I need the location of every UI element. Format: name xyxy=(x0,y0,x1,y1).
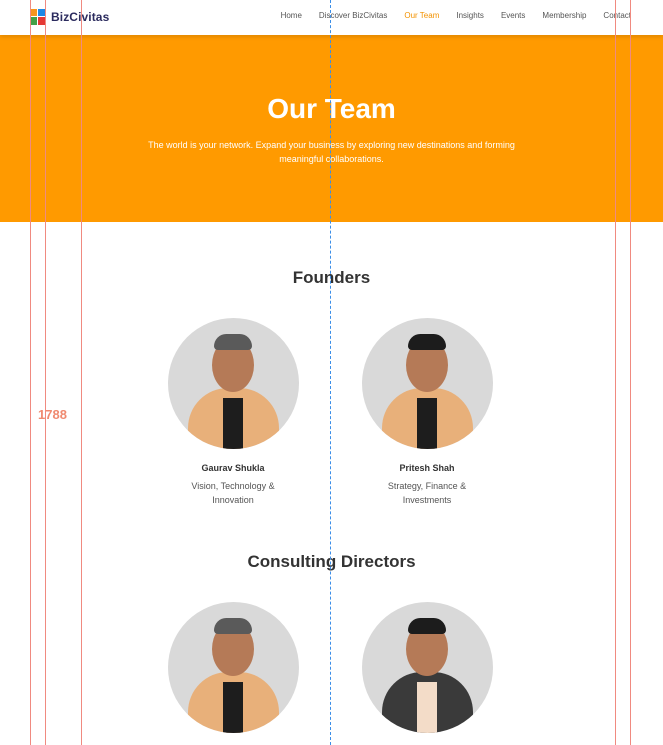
nav-contact[interactable]: Contact xyxy=(603,11,631,20)
guide-measurement-label: 1788 xyxy=(38,407,67,422)
member-name: Gaurav Shukla xyxy=(201,463,265,473)
member-role: Vision, Technology & Innovation xyxy=(191,481,275,505)
layout-guide-line xyxy=(81,0,82,745)
layout-guide-line xyxy=(45,0,46,745)
center-guide-line xyxy=(330,0,331,745)
layout-guide-line xyxy=(30,0,31,745)
founder-card-1: Gaurav Shukla Vision, Technology & Innov… xyxy=(153,318,313,507)
layout-guide-line xyxy=(615,0,616,745)
nav-events[interactable]: Events xyxy=(501,11,525,20)
nav-insights[interactable]: Insights xyxy=(456,11,484,20)
nav-membership[interactable]: Membership xyxy=(542,11,586,20)
brand-logo[interactable]: BizCivitas xyxy=(30,8,109,26)
hero-subtitle: The world is your network. Expand your b… xyxy=(148,140,515,164)
founders-heading: Founders xyxy=(292,268,371,287)
nav-home[interactable]: Home xyxy=(281,11,302,20)
page-title: Our Team xyxy=(267,93,396,124)
avatar xyxy=(167,602,299,733)
site-header: BizCivitas Home Discover BizCivitas Our … xyxy=(0,0,663,35)
director-card-1 xyxy=(153,602,313,733)
layout-guide-line xyxy=(630,0,631,745)
founder-card-2: Pritesh Shah Strategy, Finance & Investm… xyxy=(347,318,507,507)
hero-banner: Our Team The world is your network. Expa… xyxy=(0,35,663,222)
member-role: Strategy, Finance & Investments xyxy=(387,481,467,505)
member-name: Pritesh Shah xyxy=(399,463,455,473)
avatar xyxy=(361,318,493,449)
avatar xyxy=(167,318,299,449)
directors-heading: Consulting Directors xyxy=(247,552,416,571)
bizcivitas-logo-icon xyxy=(30,9,46,25)
avatar xyxy=(361,602,493,733)
director-card-2 xyxy=(347,602,507,733)
main-nav: Home Discover BizCivitas Our Team Insigh… xyxy=(264,11,631,20)
nav-our-team[interactable]: Our Team xyxy=(404,11,439,20)
